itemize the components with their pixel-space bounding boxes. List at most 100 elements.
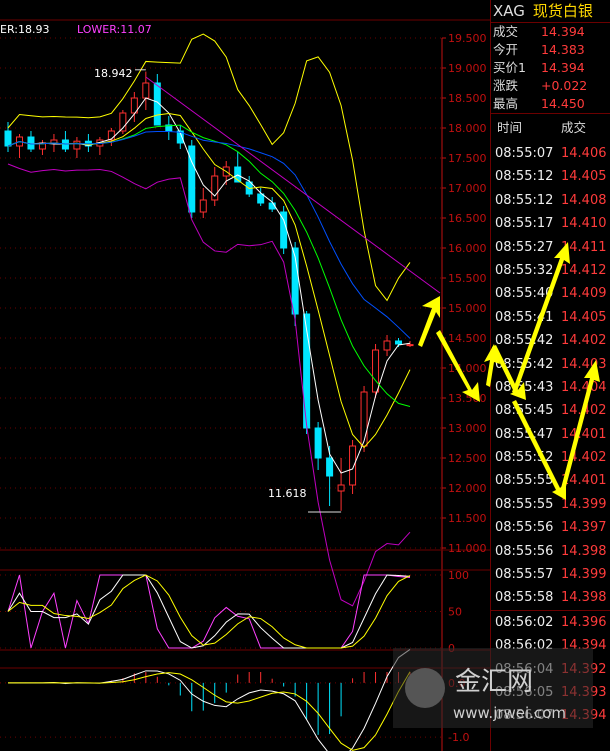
upper-band-line <box>7 33 411 302</box>
candle-body <box>349 445 357 486</box>
price-tick-label: 11.500 <box>448 512 487 525</box>
tick-price: 14.398 <box>561 590 607 606</box>
tick-time: 08:55:57 <box>495 567 554 583</box>
tick-price: 14.412 <box>561 262 607 278</box>
tick-row[interactable]: 08:55:45 14.402 <box>491 399 610 422</box>
tick-row[interactable]: 08:55:52 14.402 <box>491 446 610 469</box>
quote-value: +0.022 <box>541 78 588 93</box>
price-tick-label: 12.000 <box>448 482 487 495</box>
candle-body <box>257 193 265 204</box>
tick-row[interactable]: 08:55:43 14.404 <box>491 376 610 399</box>
tick-row[interactable]: 08:55:55 14.401 <box>491 469 610 492</box>
tick-row[interactable]: 08:55:57 14.399 <box>491 563 610 586</box>
candle-body <box>406 344 414 347</box>
tick-price: 14.408 <box>561 192 607 208</box>
osc-tick-label: 100 <box>448 569 469 582</box>
price-tick-label: 11.000 <box>448 542 487 555</box>
tick-price: 14.401 <box>561 473 607 489</box>
lower-band-line <box>7 163 411 607</box>
tick-row[interactable]: 08:55:55 14.399 <box>491 493 610 516</box>
tick-row[interactable]: 08:55:27 14.411 <box>491 236 610 259</box>
tick-row[interactable]: 08:55:47 14.401 <box>491 423 610 446</box>
tick-time: 08:55:45 <box>495 403 554 419</box>
quote-row: 买价1 14.394 <box>491 59 610 77</box>
quote-value: 14.383 <box>541 42 585 57</box>
tick-row[interactable]: 08:55:56 14.397 <box>491 516 610 539</box>
tick-price: 14.402 <box>561 333 607 349</box>
watermark-logo-icon <box>405 668 445 708</box>
tick-row[interactable]: 08:55:12 14.408 <box>491 189 610 212</box>
ma-line-white <box>7 97 411 474</box>
tick-price: 14.401 <box>561 426 607 442</box>
candle-body <box>360 391 368 447</box>
tick-row[interactable]: 08:55:42 14.403 <box>491 353 610 376</box>
price-tick-label: 13.000 <box>448 422 487 435</box>
candle-body <box>73 140 81 150</box>
watermark-url: www.jrwei.com <box>453 704 566 722</box>
candle-body <box>4 130 12 147</box>
tick-price: 14.409 <box>561 286 607 302</box>
price-tick-label: 17.500 <box>448 152 487 165</box>
high-annotation: 18.942 <box>94 67 133 80</box>
tick-time: 08:55:12 <box>495 169 554 185</box>
tick-row[interactable]: 08:55:12 14.405 <box>491 165 610 188</box>
macd-dif-line <box>8 649 411 751</box>
quote-row: 最高 14.450 <box>491 95 610 113</box>
tick-row[interactable]: 08:55:32 14.412 <box>491 259 610 282</box>
ma-line-blue <box>7 130 411 339</box>
candle-body <box>383 340 391 351</box>
tick-row[interactable]: 08:56:02 14.396 <box>491 609 610 634</box>
quote-panel: XAG 现货白银 成交 14.394 今开 14.383 买价1 14.394 涨跌 +0.02… <box>490 0 610 751</box>
price-tick-label: 19.000 <box>448 62 487 75</box>
tick-time: 08:55:43 <box>495 379 554 395</box>
tick-time: 08:55:17 <box>495 216 554 232</box>
tick-row[interactable]: 08:55:56 14.398 <box>491 540 610 563</box>
price-tick-label: 14.500 <box>448 332 487 345</box>
quote-row: 成交 14.394 <box>491 23 610 41</box>
quote-row: 涨跌 +0.022 <box>491 77 610 95</box>
quote-value: 14.394 <box>541 60 585 75</box>
price-tick-label: 17.000 <box>448 182 487 195</box>
tick-time: 08:55:12 <box>495 192 554 208</box>
tick-price: 14.405 <box>561 169 607 185</box>
tick-price: 14.402 <box>561 450 607 466</box>
ticks-header: 时间 成交 <box>491 114 610 142</box>
watermark-brand: 金汇网 <box>455 667 533 697</box>
osc-tick-label: 50 <box>448 606 462 619</box>
lower-band-label: LOWER:11.07 <box>77 23 152 36</box>
tick-time: 08:55:40 <box>495 286 554 302</box>
candlestick-chart: 19.500 19.000 18.500 18.000 17.500 17.000 16.5… <box>0 19 490 751</box>
tick-time: 08:55:42 <box>495 333 554 349</box>
tick-time: 08:55:55 <box>495 473 554 489</box>
tick-price: 14.410 <box>561 216 607 232</box>
macd-tick-label: -1.0 <box>448 731 469 744</box>
price-tick-label: 18.000 <box>448 122 487 135</box>
tick-time: 08:55:32 <box>495 262 554 278</box>
tick-row[interactable]: 08:55:40 14.409 <box>491 282 610 305</box>
tick-price: 14.399 <box>561 496 607 512</box>
tick-time: 08:55:56 <box>495 520 554 536</box>
tick-row[interactable]: 08:55:07 14.406 <box>491 142 610 165</box>
ma-line-green <box>7 124 411 407</box>
candle-body <box>27 136 35 150</box>
tick-price: 14.404 <box>561 379 607 395</box>
quote-summary: 成交 14.394 今开 14.383 买价1 14.394 涨跌 +0.022 最高 14.45… <box>491 23 610 113</box>
instrument-name: 现货白银 <box>532 2 593 20</box>
price-tick-label: 14.000 <box>448 362 487 375</box>
candle-body <box>314 427 322 459</box>
tick-price: 14.397 <box>561 520 607 536</box>
quote-label: 最高 <box>493 96 519 111</box>
tick-row[interactable]: 08:55:17 14.410 <box>491 212 610 235</box>
panel-header: XAG 现货白银 <box>491 0 610 23</box>
tick-list[interactable]: 08:55:07 14.406 08:55:12 14.405 08:55:12 14.4… <box>491 142 610 728</box>
price-tick-label: 16.000 <box>448 242 487 255</box>
price-tick-label: 18.500 <box>448 92 487 105</box>
tick-row[interactable]: 08:55:42 14.402 <box>491 329 610 352</box>
tick-time: 08:55:56 <box>495 543 554 559</box>
tick-row[interactable]: 08:55:41 14.405 <box>491 306 610 329</box>
col-time: 时间 <box>497 120 523 135</box>
quote-value: 14.394 <box>541 24 585 39</box>
price-tick-label: 15.500 <box>448 272 487 285</box>
tick-time: 08:55:58 <box>495 590 554 606</box>
tick-row[interactable]: 08:55:58 14.398 <box>491 586 610 609</box>
